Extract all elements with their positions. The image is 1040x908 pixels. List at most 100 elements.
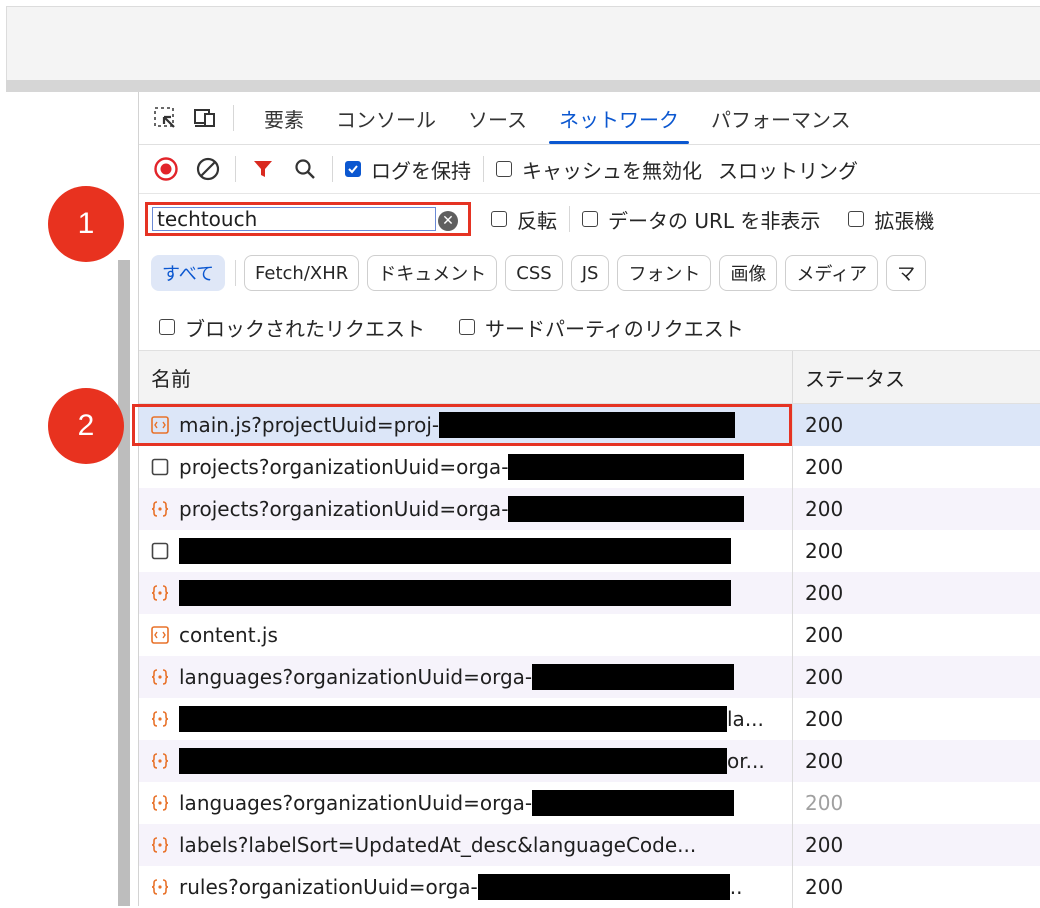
request-status: 200 bbox=[805, 497, 844, 521]
table-row[interactable]: la... 200 bbox=[139, 698, 1040, 740]
request-status: 200 bbox=[805, 581, 844, 605]
blocked-requests-checkbox[interactable]: ブロックされたリクエスト bbox=[159, 313, 425, 342]
throttling-select[interactable]: スロットリング bbox=[718, 155, 858, 184]
disable-cache-label: キャッシュを無効化 bbox=[522, 158, 702, 183]
fetch-icon bbox=[151, 668, 169, 686]
devtools-panel: 要素 コンソール ソース ネットワーク パフォーマンス ログを保持 キャッシュを… bbox=[138, 92, 1040, 908]
document-icon bbox=[151, 542, 169, 560]
request-name: projects?organizationUuid=orga- bbox=[179, 455, 509, 479]
request-status: 200 bbox=[805, 875, 844, 899]
request-name: labels?labelSort=UpdatedAt_desc&language… bbox=[179, 833, 697, 857]
redaction-bar bbox=[508, 454, 745, 480]
table-row[interactable]: rules?organizationUuid=orga-.. 200 bbox=[139, 866, 1040, 908]
table-row[interactable]: languages?organizationUuid=orga- 200 bbox=[139, 782, 1040, 824]
request-name: rules?organizationUuid=orga- bbox=[179, 875, 478, 899]
third-party-checkbox[interactable]: サードパーティのリクエスト bbox=[459, 313, 744, 342]
request-status: 200 bbox=[805, 707, 844, 731]
redaction-bar bbox=[439, 412, 736, 438]
request-status: 200 bbox=[805, 749, 844, 773]
table-row[interactable]: projects?organizationUuid=orga- 200 bbox=[139, 446, 1040, 488]
document-icon bbox=[151, 458, 169, 476]
tab-elements[interactable]: 要素 bbox=[248, 92, 320, 144]
fetch-icon bbox=[151, 794, 169, 812]
tab-console[interactable]: コンソール bbox=[320, 92, 452, 144]
redaction-bar bbox=[179, 748, 727, 774]
tab-network[interactable]: ネットワーク bbox=[543, 92, 695, 144]
type-media[interactable]: メディア bbox=[785, 255, 879, 291]
table-row[interactable]: main.js?projectUuid=proj- 200 bbox=[139, 404, 1040, 446]
table-row[interactable]: languages?organizationUuid=orga- 200 bbox=[139, 656, 1040, 698]
table-row[interactable]: 200 bbox=[139, 530, 1040, 572]
clear-filter-icon[interactable]: ✕ bbox=[438, 211, 458, 231]
preserve-log-checkbox[interactable]: ログを保持 bbox=[345, 155, 471, 184]
inspect-element-icon[interactable] bbox=[151, 104, 179, 132]
redaction-bar bbox=[508, 496, 745, 522]
type-js[interactable]: JS bbox=[570, 255, 610, 291]
column-header-name[interactable]: 名前 bbox=[139, 351, 793, 403]
extensions-label: 拡張機 bbox=[874, 208, 935, 233]
tab-performance[interactable]: パフォーマンス bbox=[695, 92, 867, 144]
hide-data-urls-checkbox[interactable]: データの URL を非表示 bbox=[582, 205, 820, 234]
request-name: projects?organizationUuid=orga- bbox=[179, 497, 509, 521]
request-filter-checks: ブロックされたリクエスト サードパーティのリクエスト bbox=[139, 305, 1040, 349]
request-name-suffix: or... bbox=[727, 749, 765, 773]
request-name: content.js bbox=[179, 623, 278, 647]
filter-icon[interactable] bbox=[248, 154, 278, 184]
third-party-label: サードパーティのリクエスト bbox=[485, 316, 744, 341]
filter-bar: techtouch ✕ 反転 データの URL を非表示 拡張機 bbox=[139, 194, 1040, 244]
request-status: 200 bbox=[805, 665, 844, 689]
page-scrollbar[interactable] bbox=[118, 260, 130, 906]
tab-separator bbox=[233, 105, 234, 131]
preserve-log-label: ログを保持 bbox=[371, 158, 471, 183]
checkbox-unchecked-icon[interactable] bbox=[582, 211, 598, 227]
type-manifest[interactable]: マ bbox=[886, 255, 927, 291]
table-row[interactable]: or... 200 bbox=[139, 740, 1040, 782]
script-icon bbox=[151, 416, 169, 434]
type-document[interactable]: ドキュメント bbox=[367, 255, 498, 291]
filter-highlight: techtouch ✕ bbox=[145, 202, 471, 236]
type-all[interactable]: すべて bbox=[151, 255, 226, 291]
checkbox-checked-icon[interactable] bbox=[345, 161, 361, 177]
column-header-status[interactable]: ステータス bbox=[793, 351, 905, 403]
table-row[interactable]: labels?labelSort=UpdatedAt_desc&language… bbox=[139, 824, 1040, 866]
table-row[interactable]: projects?organizationUuid=orga- 200 bbox=[139, 488, 1040, 530]
record-icon[interactable] bbox=[151, 154, 181, 184]
fetch-icon bbox=[151, 752, 169, 770]
toolbar-separator bbox=[483, 156, 484, 182]
type-fetch-xhr[interactable]: Fetch/XHR bbox=[244, 255, 360, 291]
request-name: main.js?projectUuid=proj- bbox=[179, 413, 440, 437]
network-toolbar: ログを保持 キャッシュを無効化 スロットリング bbox=[139, 145, 1040, 194]
clear-icon[interactable] bbox=[193, 154, 223, 184]
checkbox-unchecked-icon[interactable] bbox=[159, 319, 175, 335]
redaction-bar bbox=[179, 706, 727, 732]
request-name-suffix: .. bbox=[729, 875, 743, 899]
request-status: 200 bbox=[805, 455, 844, 479]
device-toolbar-icon[interactable] bbox=[191, 104, 219, 132]
table-row[interactable]: content.js 200 bbox=[139, 614, 1040, 656]
checkbox-unchecked-icon[interactable] bbox=[848, 211, 865, 227]
checkbox-unchecked-icon[interactable] bbox=[459, 319, 475, 335]
fetch-icon bbox=[151, 500, 169, 518]
invert-label: 反転 bbox=[517, 208, 557, 233]
table-row[interactable]: 200 bbox=[139, 572, 1040, 614]
search-icon[interactable] bbox=[290, 154, 320, 184]
extensions-checkbox[interactable]: 拡張機 bbox=[848, 205, 934, 234]
toolbar-separator bbox=[235, 156, 236, 182]
redaction-bar bbox=[179, 580, 731, 606]
invert-checkbox[interactable]: 反転 bbox=[491, 205, 557, 234]
checkbox-unchecked-icon[interactable] bbox=[496, 161, 512, 177]
type-css[interactable]: CSS bbox=[505, 255, 563, 291]
disable-cache-checkbox[interactable]: キャッシュを無効化 bbox=[496, 155, 702, 184]
resource-type-filters: すべて Fetch/XHR ドキュメント CSS JS フォント 画像 メディア… bbox=[139, 252, 1040, 294]
type-font[interactable]: フォント bbox=[617, 255, 712, 291]
chip-separator bbox=[235, 260, 237, 286]
request-status: 200 bbox=[805, 623, 844, 647]
checkbox-unchecked-icon[interactable] bbox=[491, 211, 507, 227]
type-image[interactable]: 画像 bbox=[719, 255, 778, 291]
redaction-bar bbox=[532, 790, 735, 816]
tab-sources[interactable]: ソース bbox=[452, 92, 543, 144]
table-header: 名前 ステータス bbox=[139, 350, 1040, 404]
browser-top-bar bbox=[6, 6, 1040, 81]
filter-input[interactable]: techtouch bbox=[152, 207, 436, 231]
fetch-icon bbox=[151, 878, 169, 896]
